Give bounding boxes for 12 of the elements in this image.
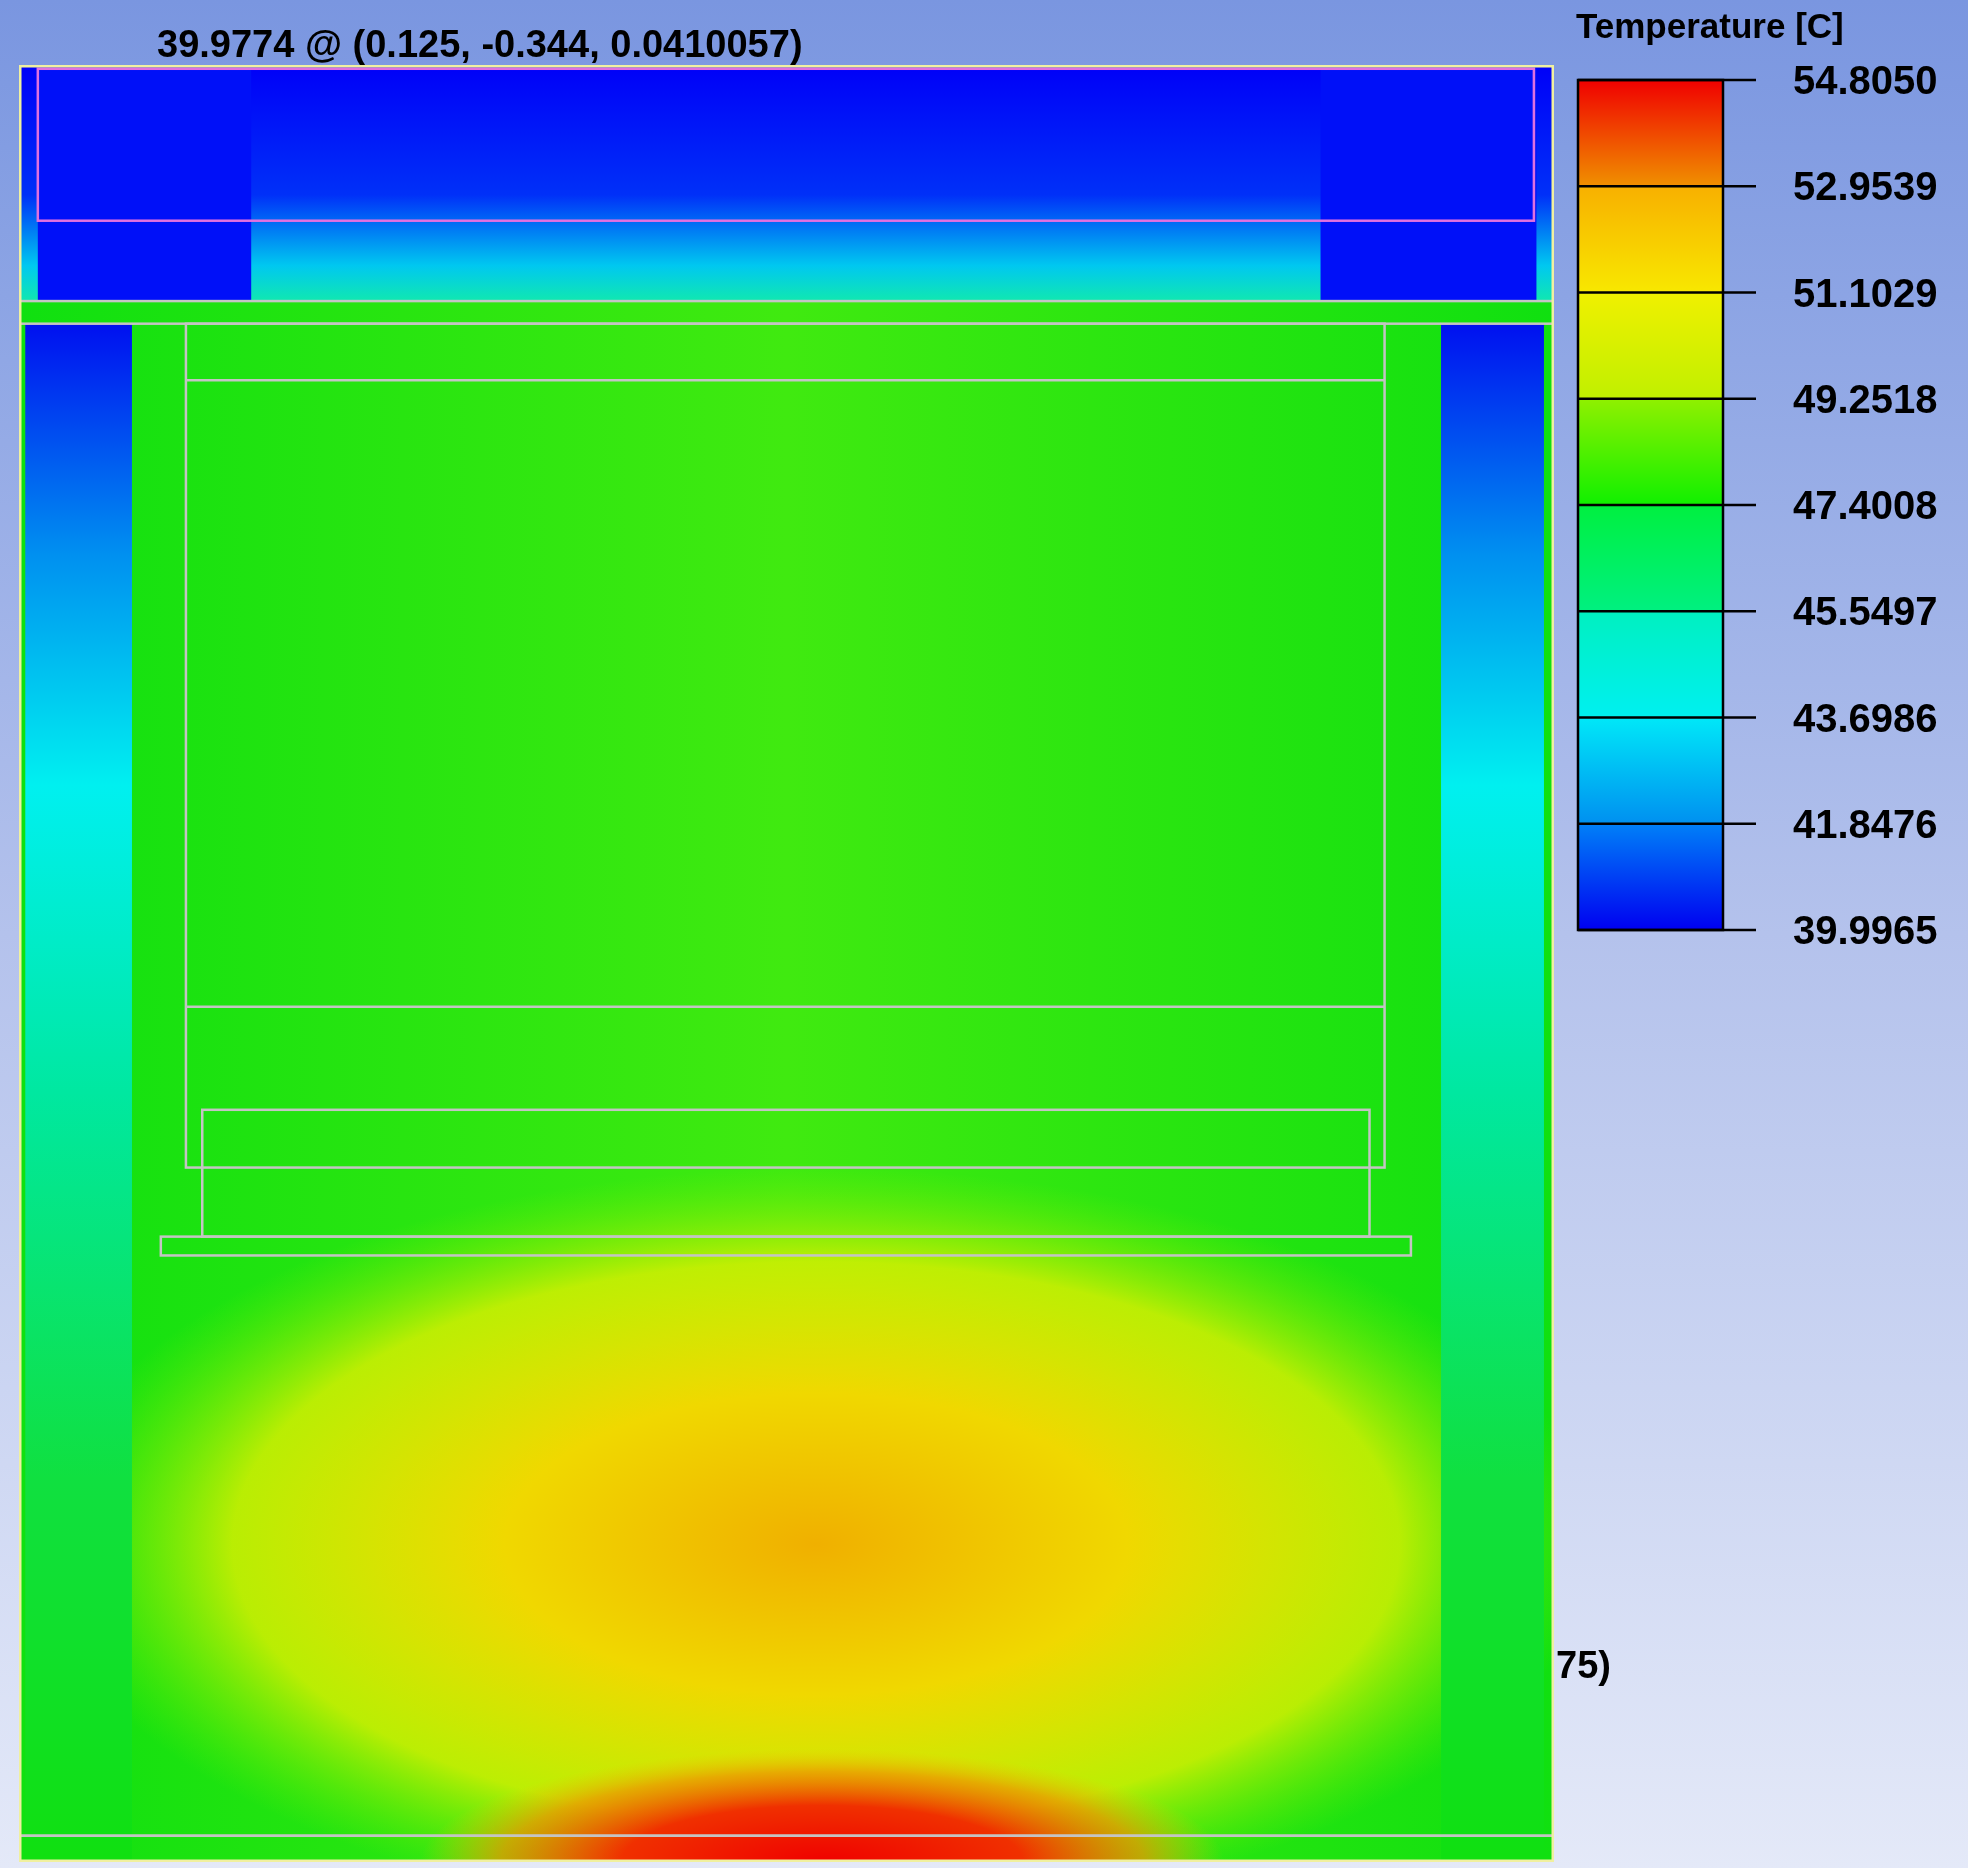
scale-value: 41.8476 [1793, 803, 1938, 844]
legend-title: Temperature [C] [1576, 6, 1844, 46]
scale-value: 49.2518 [1793, 378, 1938, 419]
probe-label: 39.9774 @ (0.125, -0.344, 0.0410057) [157, 24, 803, 64]
coordinate-label: 75) [1556, 1645, 1611, 1685]
scale-value: 52.9539 [1793, 166, 1938, 207]
scale-value: 47.4008 [1793, 485, 1938, 525]
scale-value: 54.8050 [1793, 60, 1938, 100]
scale-value: 51.1029 [1793, 272, 1938, 313]
scale-value: 39.9965 [1793, 910, 1938, 950]
scale-value: 43.6986 [1793, 697, 1938, 738]
scale-value: 45.5497 [1793, 591, 1938, 632]
